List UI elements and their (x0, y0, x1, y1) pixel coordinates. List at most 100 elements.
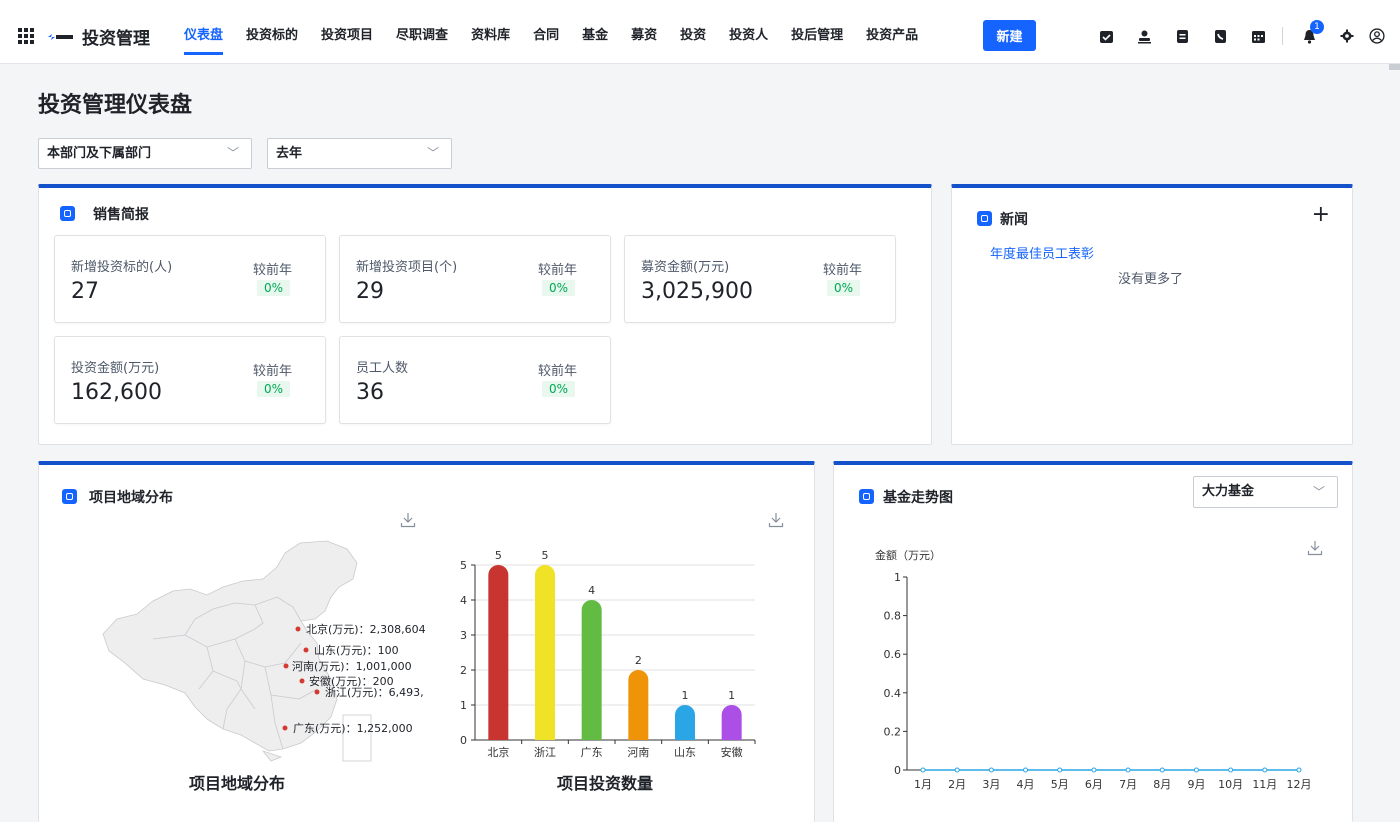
top-navigation-bar: 投资管理 仪表盘 投资标的 投资项目 尽职调查 资料库 合同 基金 募资 投资 … (0, 0, 1400, 64)
nav-products[interactable]: 投资产品 (866, 24, 918, 43)
x-tick-label: 北京 (487, 745, 509, 759)
china-map[interactable]: 北京(万元)：2,308,604 山东(万元)：100 河南(万元)：1,001… (95, 539, 430, 769)
bar-chart-caption: 项目投资数量 (557, 774, 654, 793)
bar (581, 600, 602, 740)
nav-contracts[interactable]: 合同 (533, 24, 559, 43)
note-icon[interactable] (1174, 28, 1190, 44)
y-tick-label: 5 (460, 559, 467, 572)
fund-select-value: 大力基金 (1202, 484, 1255, 499)
data-point (1091, 767, 1097, 773)
department-filter-select[interactable]: 本部门及下属部门 ﹀ (38, 138, 252, 169)
nav-dashboard[interactable]: 仪表盘 (184, 24, 224, 55)
map-point[interactable]: 山东(万元)：100 (303, 644, 399, 657)
map-point[interactable]: 浙江(万元)：6,493, (314, 686, 424, 699)
calendar-icon[interactable] (1250, 28, 1266, 44)
app-title[interactable]: 投资管理 (82, 24, 150, 49)
stat-card-fundraising[interactable]: 募资金额(万元) 3,025,900 较前年 0% (624, 235, 896, 323)
data-point (1193, 767, 1199, 773)
map-point[interactable]: 北京(万元)：2,308,604 (295, 622, 426, 636)
y-tick-label: 0.8 (884, 610, 902, 623)
nav-funds[interactable]: 基金 (582, 24, 608, 43)
department-filter-value: 本部门及下属部门 (47, 146, 152, 161)
region-title: 项目地域分布 (89, 490, 173, 506)
stat-label: 募资金额(万元) (641, 260, 730, 275)
stat-label: 员工人数 (356, 361, 409, 376)
nav-targets[interactable]: 投资标的 (246, 24, 298, 43)
settings-icon[interactable] (1339, 28, 1355, 44)
nav-investors[interactable]: 投资人 (729, 24, 768, 43)
bar-value-label: 5 (495, 549, 502, 562)
data-point (1228, 767, 1234, 773)
stat-change-badge: 0% (257, 280, 291, 296)
stat-compare-label: 较前年 (253, 364, 293, 379)
toolbar-icons: 1 (1098, 20, 1400, 45)
bar-value-label: 1 (728, 689, 735, 702)
x-tick-label: 6月 (1085, 778, 1103, 791)
profile-icon[interactable] (1369, 28, 1385, 44)
bar (535, 565, 555, 740)
stat-card-investment[interactable]: 投资金额(万元) 162,600 较前年 0% (54, 336, 326, 424)
data-point (1023, 767, 1029, 773)
y-tick-label: 0 (460, 734, 467, 747)
scrollbar[interactable] (1389, 64, 1400, 70)
x-tick-label: 7月 (1119, 778, 1137, 791)
x-tick-label: 2月 (948, 778, 966, 791)
nav-projects[interactable]: 投资项目 (321, 24, 373, 43)
calendar-check-icon[interactable] (1098, 28, 1114, 44)
bar (488, 565, 509, 740)
stat-label: 新增投资项目(个) (356, 260, 458, 275)
bar (721, 705, 742, 740)
add-news-button[interactable]: + (1312, 202, 1330, 227)
user-icon[interactable] (1136, 28, 1152, 44)
nav-fundraising[interactable]: 募资 (631, 24, 657, 43)
bell-icon[interactable]: 1 (1301, 20, 1324, 44)
period-filter-select[interactable]: 去年 ﹀ (267, 138, 452, 169)
project-count-bar-chart[interactable]: 0 1 2 3 4 5 5 北京 5 浙江 4 广东 2 河南 1 山东 1 安徽 (439, 543, 759, 765)
nav-investment[interactable]: 投资 (680, 24, 706, 43)
data-point (1125, 767, 1131, 773)
x-tick-label: 安徽 (721, 745, 743, 759)
bar-value-label: 1 (682, 689, 689, 702)
news-card: 新闻 + 年度最佳员工表彰 没有更多了 (951, 184, 1353, 445)
nav-due-diligence[interactable]: 尽职调查 (396, 24, 448, 43)
bar (628, 670, 649, 740)
stat-label: 新增投资标的(人) (71, 260, 173, 275)
stat-change-badge: 0% (827, 280, 861, 296)
period-filter-value: 去年 (276, 146, 303, 161)
fund-trend-line-chart[interactable]: 金额（万元）00.20.40.60.811月 2月 3月 4月 5月 6月 7月 8月 9月 10… (854, 543, 1314, 793)
news-item-link[interactable]: 年度最佳员工表彰 (990, 243, 1094, 262)
stat-card-employees[interactable]: 员工人数 36 较前年 0% (339, 336, 611, 424)
download-icon[interactable] (400, 512, 416, 528)
chevron-down-icon: ﹀ (1312, 485, 1325, 499)
x-tick-label: 山东 (674, 746, 696, 759)
news-empty-text: 没有更多了 (1118, 272, 1184, 287)
nav-library[interactable]: 资料库 (471, 24, 510, 43)
logo-icon (48, 34, 73, 40)
bar-value-label: 2 (635, 654, 642, 667)
contact-book-icon[interactable] (1212, 28, 1228, 44)
data-point (1057, 767, 1063, 773)
stat-change-badge: 0% (257, 381, 291, 397)
y-tick-label: 1 (894, 571, 901, 584)
x-tick-label: 1月 (914, 778, 932, 791)
main-nav: 仪表盘 投资标的 投资项目 尽职调查 资料库 合同 基金 募资 投资 投资人 投… (184, 24, 941, 55)
map-point[interactable]: 河南(万元)：1,001,000 (283, 660, 412, 673)
data-point (954, 767, 960, 773)
x-tick-label: 3月 (982, 778, 1000, 791)
y-tick-label: 0.4 (884, 687, 902, 700)
sales-brief-card: 销售简报 新增投资标的(人) 27 较前年 0% 新增投资项目(个) 29 较前… (38, 184, 932, 445)
new-button[interactable]: 新建 (983, 20, 1036, 51)
stat-card-new-targets[interactable]: 新增投资标的(人) 27 较前年 0% (54, 235, 326, 323)
y-tick-label: 3 (460, 629, 467, 642)
app-grid-icon[interactable] (18, 28, 34, 44)
map-point[interactable]: 广东(万元)：1,252,000 (282, 722, 413, 735)
stat-card-new-projects[interactable]: 新增投资项目(个) 29 较前年 0% (339, 235, 611, 323)
x-tick-label: 4月 (1017, 778, 1035, 791)
nav-post-investment[interactable]: 投后管理 (791, 24, 843, 43)
data-point (1159, 767, 1165, 773)
bar-value-label: 4 (588, 584, 595, 597)
fund-select[interactable]: 大力基金 ﹀ (1193, 476, 1338, 508)
download-icon[interactable] (768, 512, 784, 528)
stat-value: 3,025,900 (641, 279, 753, 304)
chevron-down-icon: ﹀ (426, 146, 439, 160)
